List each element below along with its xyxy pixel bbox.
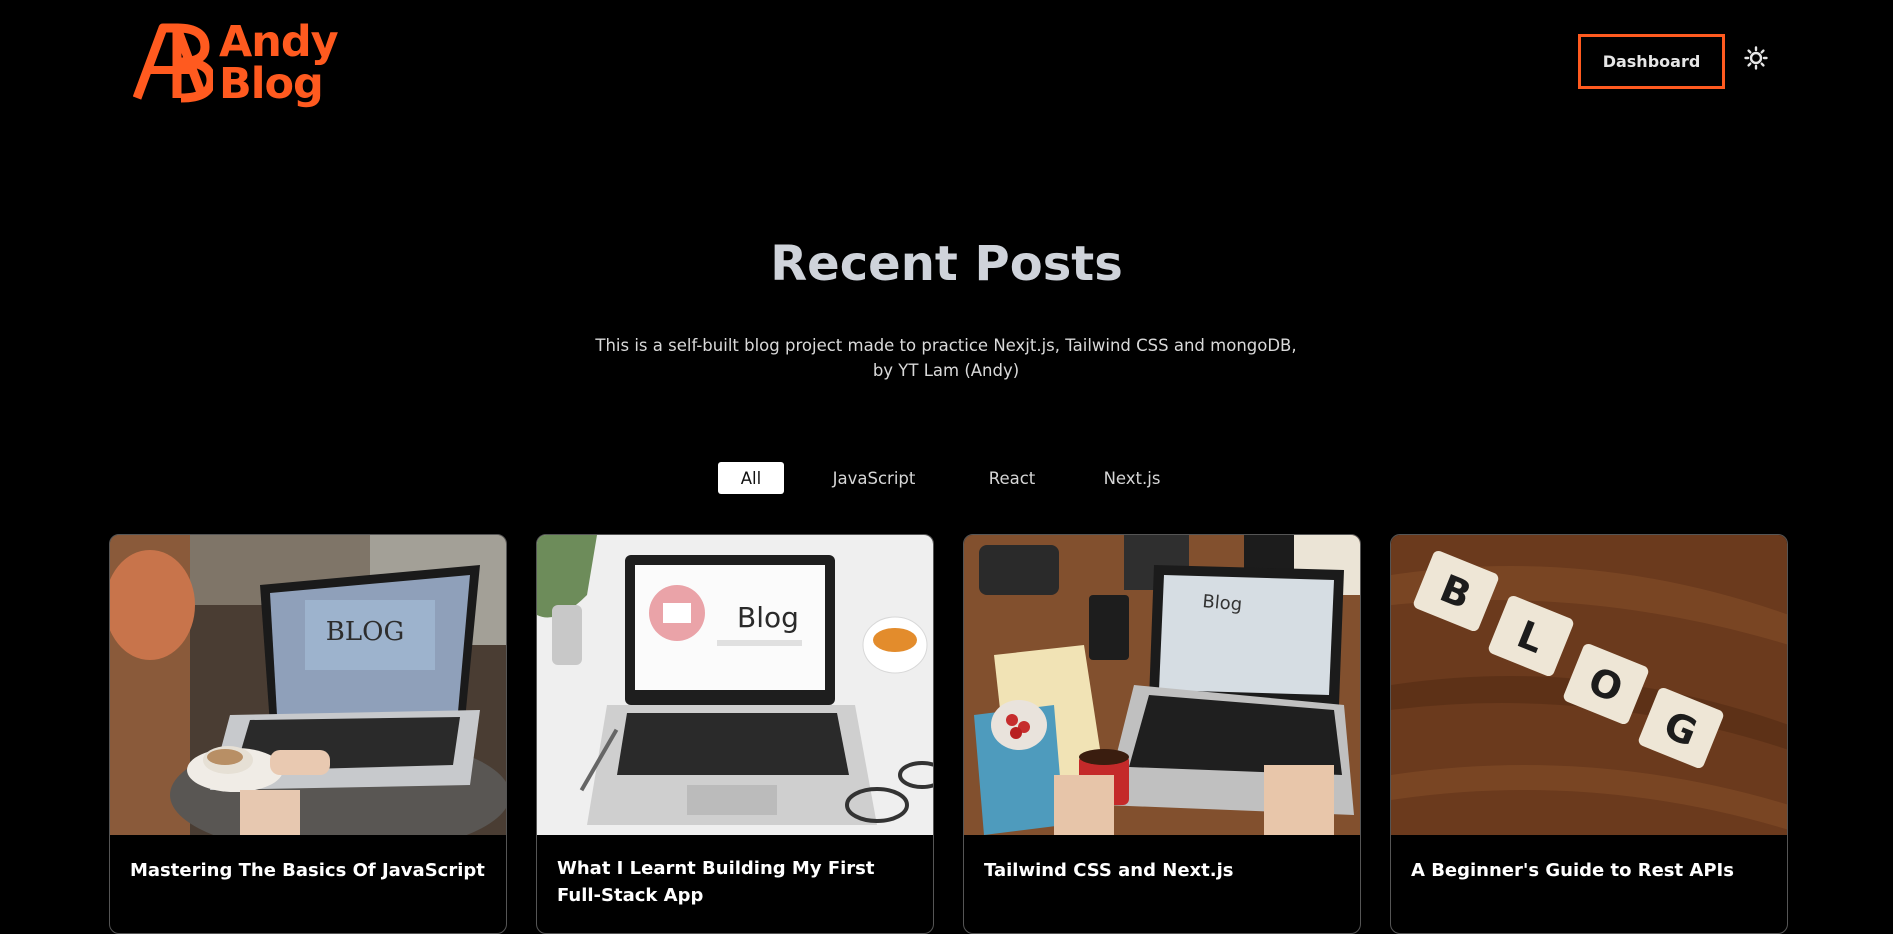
- post-title[interactable]: Mastering The Basics Of JavaScript: [130, 857, 490, 884]
- filter-all[interactable]: All: [718, 462, 784, 494]
- dashboard-button[interactable]: Dashboard: [1578, 34, 1725, 89]
- svg-text:Blog: Blog: [737, 601, 799, 634]
- post-title[interactable]: Tailwind CSS and Next.js: [984, 857, 1344, 884]
- logo-text: Andy Blog: [219, 17, 339, 109]
- post-image[interactable]: Blog: [537, 535, 934, 835]
- sun-icon[interactable]: [1744, 46, 1768, 70]
- post-card[interactable]: Blog Tailwind CSS and Next.js: [963, 534, 1361, 934]
- page-title: Recent Posts: [770, 236, 1123, 292]
- post-card[interactable]: BLOG Mastering The Basics Of JavaScript: [109, 534, 507, 934]
- logo-mark-icon: [133, 23, 213, 103]
- site-header: Andy Blog Dashboard: [0, 0, 1893, 120]
- post-title[interactable]: A Beginner's Guide to Rest APIs: [1411, 857, 1771, 884]
- filter-nextjs[interactable]: Next.js: [1096, 462, 1168, 494]
- svg-text:BLOG: BLOG: [326, 617, 404, 647]
- post-title[interactable]: What I Learnt Building My First Full-Sta…: [557, 855, 917, 909]
- post-image[interactable]: BLOG: [110, 535, 507, 835]
- filter-react[interactable]: React: [978, 462, 1046, 494]
- logo-text-line2: Blog: [219, 59, 324, 109]
- site-logo[interactable]: Andy Blog: [133, 18, 353, 108]
- post-image[interactable]: B L O G: [1391, 535, 1788, 835]
- post-image[interactable]: Blog: [964, 535, 1361, 835]
- category-filters: All JavaScript React Next.js: [0, 462, 1893, 494]
- page-description: This is a self-built blog project made t…: [595, 336, 1297, 380]
- post-card[interactable]: B L O G A Beginner's Guide to Rest APIs: [1390, 534, 1788, 934]
- logo-text-line1: Andy: [219, 17, 339, 67]
- post-card[interactable]: Blog What I Learnt Building My First Ful…: [536, 534, 934, 934]
- svg-text:Blog: Blog: [1202, 591, 1243, 615]
- filter-javascript[interactable]: JavaScript: [818, 462, 930, 494]
